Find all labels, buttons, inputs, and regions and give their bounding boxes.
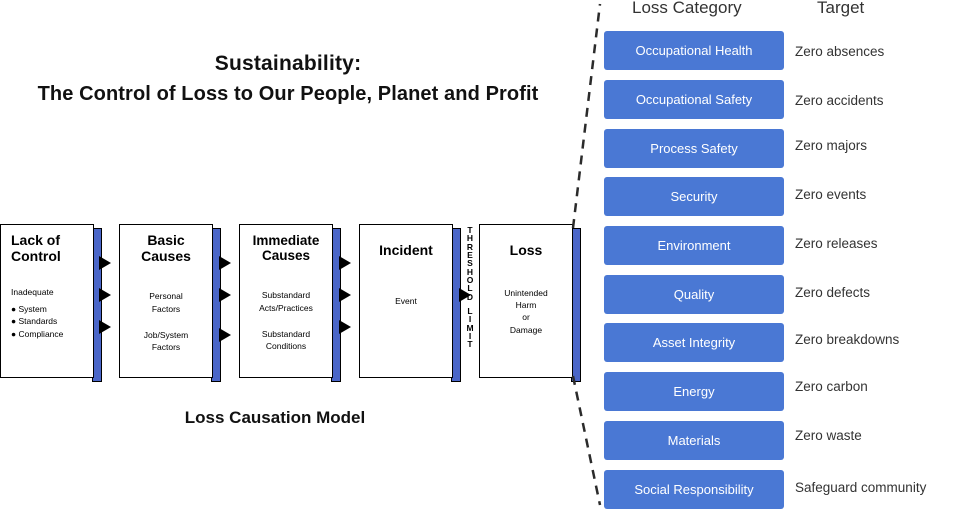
- threshold-limit-label: THRES HOLD LIMIT: [466, 225, 474, 350]
- page-title: Sustainability: The Control of Loss to O…: [18, 52, 558, 106]
- category-chip-occupational-health[interactable]: Occupational Health: [604, 31, 784, 70]
- box1-heading-line1: Lack of: [11, 232, 61, 248]
- category-chip-asset-integrity[interactable]: Asset Integrity: [604, 323, 784, 362]
- category-chip-quality[interactable]: Quality: [604, 275, 784, 314]
- category-chip-process-safety[interactable]: Process Safety: [604, 129, 784, 168]
- category-chip-occupational-safety[interactable]: Occupational Safety: [604, 80, 784, 119]
- box2-body-line2: Factors: [151, 303, 181, 314]
- category-chip-security[interactable]: Security: [604, 177, 784, 216]
- category-chip-materials[interactable]: Materials: [604, 421, 784, 460]
- target-zero-waste: Zero waste: [795, 428, 862, 443]
- target-zero-majors: Zero majors: [795, 138, 868, 153]
- flow-arrow-3a: [339, 256, 351, 270]
- header-loss-category: Loss Category: [632, 0, 742, 17]
- target-zero-releases: Zero releases: [795, 236, 878, 251]
- box-immediate-causes: Immediate Causes Substandard Acts/Practi…: [239, 224, 333, 378]
- box3-body-line4: Conditions: [265, 341, 307, 352]
- box1-heading-line2: Control: [11, 247, 61, 264]
- target-safeguard-community: Safeguard community: [795, 480, 927, 495]
- box3-body-line3: Substandard: [261, 328, 311, 339]
- box1-bullet-3: ● Compliance: [11, 329, 64, 340]
- box3-heading-line2: Causes: [261, 248, 311, 264]
- box1-body-line1: Inadequate: [11, 287, 54, 298]
- header-target: Target: [817, 0, 865, 17]
- box2-body-line4: Factors: [151, 342, 181, 353]
- box3-body-line1: Substandard: [261, 290, 311, 301]
- box5-body-line1: Unintended: [504, 287, 548, 298]
- flow-arrow-2a: [219, 256, 231, 270]
- flow-arrow-3c: [339, 320, 351, 334]
- box5-body-line2: Harm: [515, 299, 537, 310]
- flow-arrow-1a: [99, 256, 111, 270]
- category-chip-energy[interactable]: Energy: [604, 372, 784, 411]
- box-incident: Incident Event: [359, 224, 453, 378]
- target-zero-accidents: Zero accidents: [795, 93, 884, 108]
- flow-arrow-1b: [99, 288, 111, 302]
- box5-body-line3: or: [522, 312, 530, 323]
- box-loss: Loss Unintended Harm or Damage: [479, 224, 573, 378]
- flow-arrow-1c: [99, 320, 111, 334]
- category-chip-environment[interactable]: Environment: [604, 226, 784, 265]
- flow-arrow-2c: [219, 328, 231, 342]
- box3-heading-line1: Immediate: [252, 233, 320, 248]
- target-zero-defects: Zero defects: [795, 285, 871, 300]
- target-zero-absences: Zero absences: [795, 44, 885, 59]
- box5-body-line4: Damage: [509, 324, 543, 335]
- box3-body-line2: Acts/Practices: [259, 302, 313, 313]
- box4-heading-line1: Incident: [379, 242, 433, 258]
- box-basic-causes: Basic Causes Personal Factors Job/System…: [119, 224, 213, 378]
- box1-bullet-2: ● Standards: [11, 316, 58, 327]
- box1-bullet-1: ● System: [11, 303, 47, 314]
- box2-body-line3: Job/System: [143, 329, 189, 340]
- target-zero-carbon: Zero carbon: [795, 379, 868, 394]
- title-line-2: The Control of Loss to Our People, Plane…: [37, 83, 539, 105]
- box2-body-line1: Personal: [149, 291, 183, 302]
- title-line-1: Sustainability:: [214, 52, 362, 75]
- target-zero-events: Zero events: [795, 187, 867, 202]
- box2-heading-line1: Basic: [147, 232, 185, 248]
- flow-arrow-2b: [219, 288, 231, 302]
- box5-heading-line1: Loss: [509, 242, 543, 258]
- box-lack-of-control: Lack of Control Inadequate ● System ● St…: [0, 224, 94, 378]
- box4-body-line1: Event: [395, 295, 417, 306]
- target-zero-breakdowns: Zero breakdowns: [795, 332, 900, 347]
- category-chip-social-responsibility[interactable]: Social Responsibility: [604, 470, 784, 509]
- flow-arrow-3b: [339, 288, 351, 302]
- box2-heading-line2: Causes: [141, 247, 191, 264]
- loss-causation-model-caption: Loss Causation Model: [184, 408, 366, 427]
